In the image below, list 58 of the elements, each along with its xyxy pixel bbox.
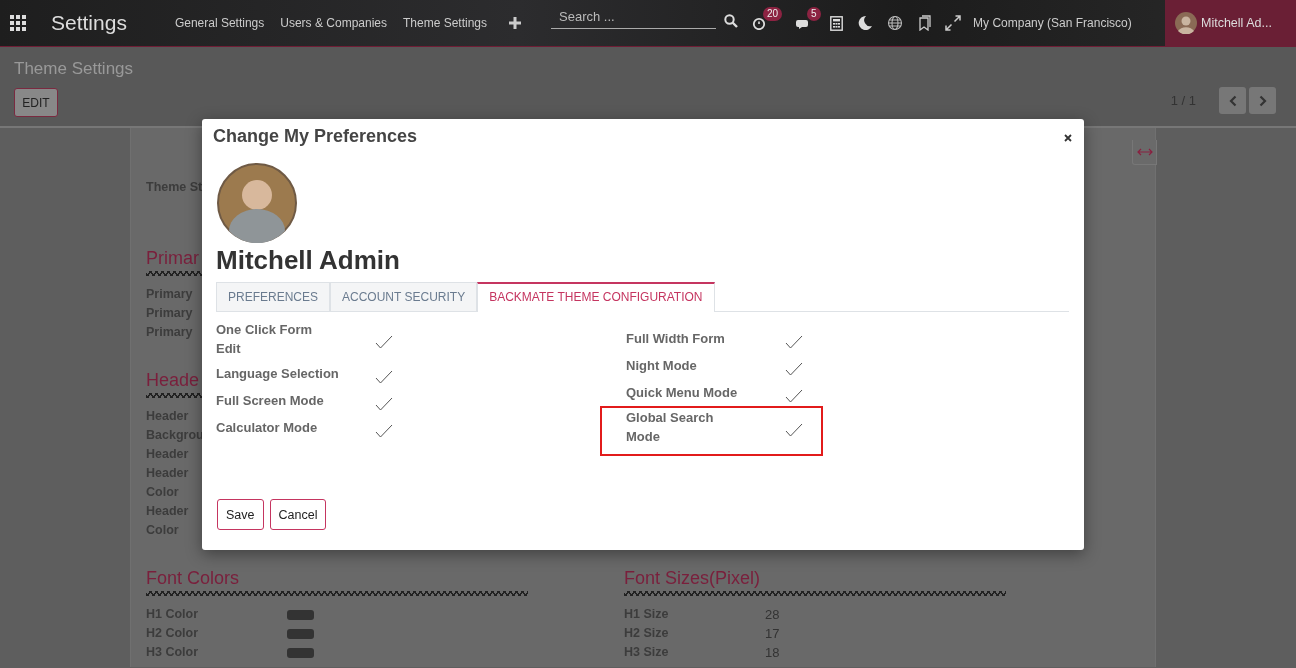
checkbox[interactable] — [784, 361, 803, 376]
section-heading: Heade — [146, 369, 200, 392]
checkbox[interactable] — [784, 423, 803, 437]
setting-label: Full Screen Mode — [216, 392, 325, 410]
color-swatch[interactable] — [287, 647, 314, 658]
company-switcher[interactable]: My Company (San Francisco) — [973, 16, 1132, 30]
menu-item[interactable]: Users & Companies — [280, 16, 387, 30]
plus-icon[interactable] — [509, 17, 522, 29]
color-swatch[interactable] — [287, 609, 314, 620]
globe-icon[interactable] — [887, 15, 904, 31]
checkbox[interactable] — [374, 423, 393, 438]
avatar-icon — [217, 163, 297, 243]
dialog-button[interactable]: Save — [217, 499, 264, 530]
previous-button[interactable] — [1219, 87, 1246, 114]
color-swatch[interactable] — [287, 628, 314, 639]
checkbox[interactable] — [374, 369, 393, 384]
section-heading: Primar — [146, 247, 199, 270]
avatar-icon — [1175, 12, 1197, 34]
clock-icon[interactable] — [752, 16, 767, 30]
dialog-title: Change My Preferences — [213, 126, 418, 147]
tab[interactable]: ACCOUNT SECURITY — [330, 282, 478, 311]
tab[interactable]: BACKMATE THEME CONFIGURATION — [477, 282, 715, 312]
chevron-right-icon — [1258, 94, 1267, 107]
calculator-icon[interactable] — [830, 15, 844, 31]
checkbox[interactable] — [374, 335, 393, 349]
section-heading: Font Sizes(Pixel) — [624, 567, 761, 590]
bookmark-icon[interactable] — [917, 15, 932, 31]
setting-label: Full Width Form — [626, 330, 726, 348]
search-field[interactable]: Search ... — [551, 5, 717, 29]
setting-label: Quick Menu Mode — [626, 384, 739, 402]
menu-item[interactable]: General Settings — [174, 16, 265, 30]
setting-label: One Click Form Edit — [216, 321, 314, 358]
setting-label: Night Mode — [626, 357, 698, 375]
setting-label: Calculator Mode — [216, 419, 319, 437]
checkbox[interactable] — [374, 396, 393, 411]
user-name: Mitchell Admin — [216, 244, 400, 277]
menu-item[interactable]: Theme Settings — [403, 16, 488, 30]
close-icon[interactable] — [1064, 133, 1072, 142]
count-badge: 5 — [807, 7, 821, 21]
setting-label: Global Search Mode — [626, 409, 715, 446]
dialog-button[interactable]: Cancel — [269, 499, 327, 530]
chevron-left-icon — [1228, 94, 1237, 107]
user-menu[interactable]: Mitchell Ad... — [1165, 0, 1296, 46]
breadcrumb-title: Theme Settings — [14, 59, 134, 79]
expand-icon[interactable] — [945, 15, 962, 31]
count-badge: 20 — [763, 7, 783, 21]
tab[interactable]: PREFERENCES — [216, 282, 331, 311]
checkbox[interactable] — [784, 334, 803, 349]
edit-button[interactable]: EDIT — [14, 88, 58, 117]
section-heading: Font Colors — [146, 567, 240, 590]
double-arrow-icon — [1136, 148, 1153, 156]
apps-menu-icon[interactable] — [10, 15, 26, 31]
setting-label: Language Selection — [216, 365, 340, 383]
next-button[interactable] — [1249, 87, 1276, 114]
checkbox[interactable] — [784, 388, 803, 403]
search-icon[interactable] — [724, 14, 739, 28]
app-title: Settings — [51, 11, 127, 35]
moon-icon[interactable] — [857, 15, 874, 31]
